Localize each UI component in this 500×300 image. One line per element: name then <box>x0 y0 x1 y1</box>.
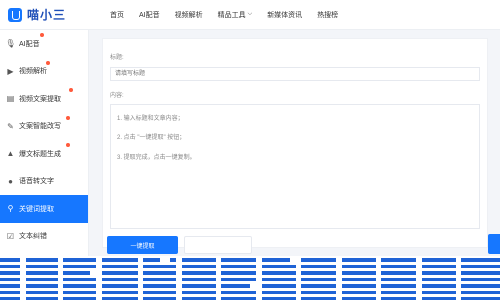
voice-icon: ● <box>8 176 13 186</box>
nav-item-premium-tools[interactable]: 精品工具 ⌵ <box>218 10 253 20</box>
corrupted-image-band <box>0 256 500 300</box>
sidebar-item-headline-generator[interactable]: ▲ 爆文标题生成 <box>0 140 88 168</box>
sidebar-item-label: 视频文案提取 <box>19 95 61 103</box>
content-label: 内容: <box>110 93 124 99</box>
sidebar-item-video-copy-extract[interactable]: ▤ 视频文案提取 <box>0 85 88 113</box>
notification-dot <box>40 33 44 37</box>
sidebar-item-label: AI配音 <box>19 40 40 48</box>
sidebar-item-keyword-extract[interactable]: ⚲ 关键词提取 <box>0 195 88 223</box>
notification-dot <box>66 143 70 147</box>
video-icon: ▶ <box>7 66 14 76</box>
logo[interactable]: 喵小三 <box>8 6 88 23</box>
sidebar-item-label: 语音转文字 <box>19 178 54 186</box>
sidebar-item-smart-rewrite[interactable]: ✎ 文案智能改写 <box>0 113 88 141</box>
mic-icon: 🎙 <box>5 39 16 49</box>
nav-item-home[interactable]: 首页 <box>110 10 124 20</box>
keyword-extract-form: 标题: 内容: 1. 输入标题和文章内容； 2. 点击 "一键提取" 按钮； 3… <box>102 38 488 248</box>
logo-icon <box>8 7 22 22</box>
extract-button[interactable]: 一键提取 <box>107 236 178 254</box>
nav-item-media-news[interactable]: 新媒体资讯 <box>267 10 302 20</box>
logo-text: 喵小三 <box>27 8 67 22</box>
text-check-icon: ☑ <box>6 231 15 241</box>
sidebar-item-label: 爆文标题生成 <box>19 150 61 158</box>
glitch-pattern <box>0 256 500 300</box>
document-icon: ▤ <box>6 94 15 104</box>
nav-item-video-parse[interactable]: 视频解析 <box>175 10 203 20</box>
top-navigation-bar: 喵小三 首页 AI配音 视频解析 精品工具 ⌵ 新媒体资讯 热搜榜 <box>0 0 500 30</box>
instruction-step: 3. 提取完成，点击一键复制。 <box>117 155 196 161</box>
nav-item-ai-dubbing[interactable]: AI配音 <box>139 10 160 20</box>
sidebar-item-label: 关键词提取 <box>19 205 54 213</box>
fire-icon: ▲ <box>6 149 15 159</box>
title-label: 标题: <box>110 55 124 61</box>
chevron-down-icon: ⌵ <box>247 11 253 17</box>
side-float-tab[interactable] <box>488 234 500 254</box>
sidebar-item-label: 文案智能改写 <box>19 123 61 131</box>
notification-dot <box>66 115 70 120</box>
sidebar-item-speech-to-text[interactable]: ● 语音转文字 <box>0 168 88 196</box>
notification-dot <box>46 60 50 65</box>
notification-dot <box>69 88 73 92</box>
nav-item-label: 精品工具 <box>217 11 246 19</box>
sidebar-item-ai-dubbing[interactable]: 🎙 AI配音 <box>0 30 88 58</box>
sidebar-item-label: 视频解析 <box>19 68 47 76</box>
title-input[interactable] <box>110 67 480 81</box>
sidebar-item-video-parse[interactable]: ▶ 视频解析 <box>0 58 88 86</box>
instruction-step: 2. 点击 "一键提取" 按钮； <box>117 135 186 141</box>
sidebar-item-label: 文本纠错 <box>19 233 47 241</box>
edit-icon: ✎ <box>7 121 14 131</box>
sidebar-item-text-correction[interactable]: ☑ 文本纠错 <box>0 223 88 251</box>
key-icon: ⚲ <box>7 204 14 214</box>
nav-item-hot-search[interactable]: 热搜榜 <box>317 10 338 20</box>
content-textarea[interactable]: 1. 输入标题和文章内容； 2. 点击 "一键提取" 按钮； 3. 提取完成，点… <box>110 104 480 229</box>
main-nav: 首页 AI配音 视频解析 精品工具 ⌵ 新媒体资讯 热搜榜 <box>110 0 353 30</box>
instruction-step: 1. 输入标题和文章内容； <box>117 116 184 122</box>
secondary-button[interactable] <box>184 236 252 254</box>
